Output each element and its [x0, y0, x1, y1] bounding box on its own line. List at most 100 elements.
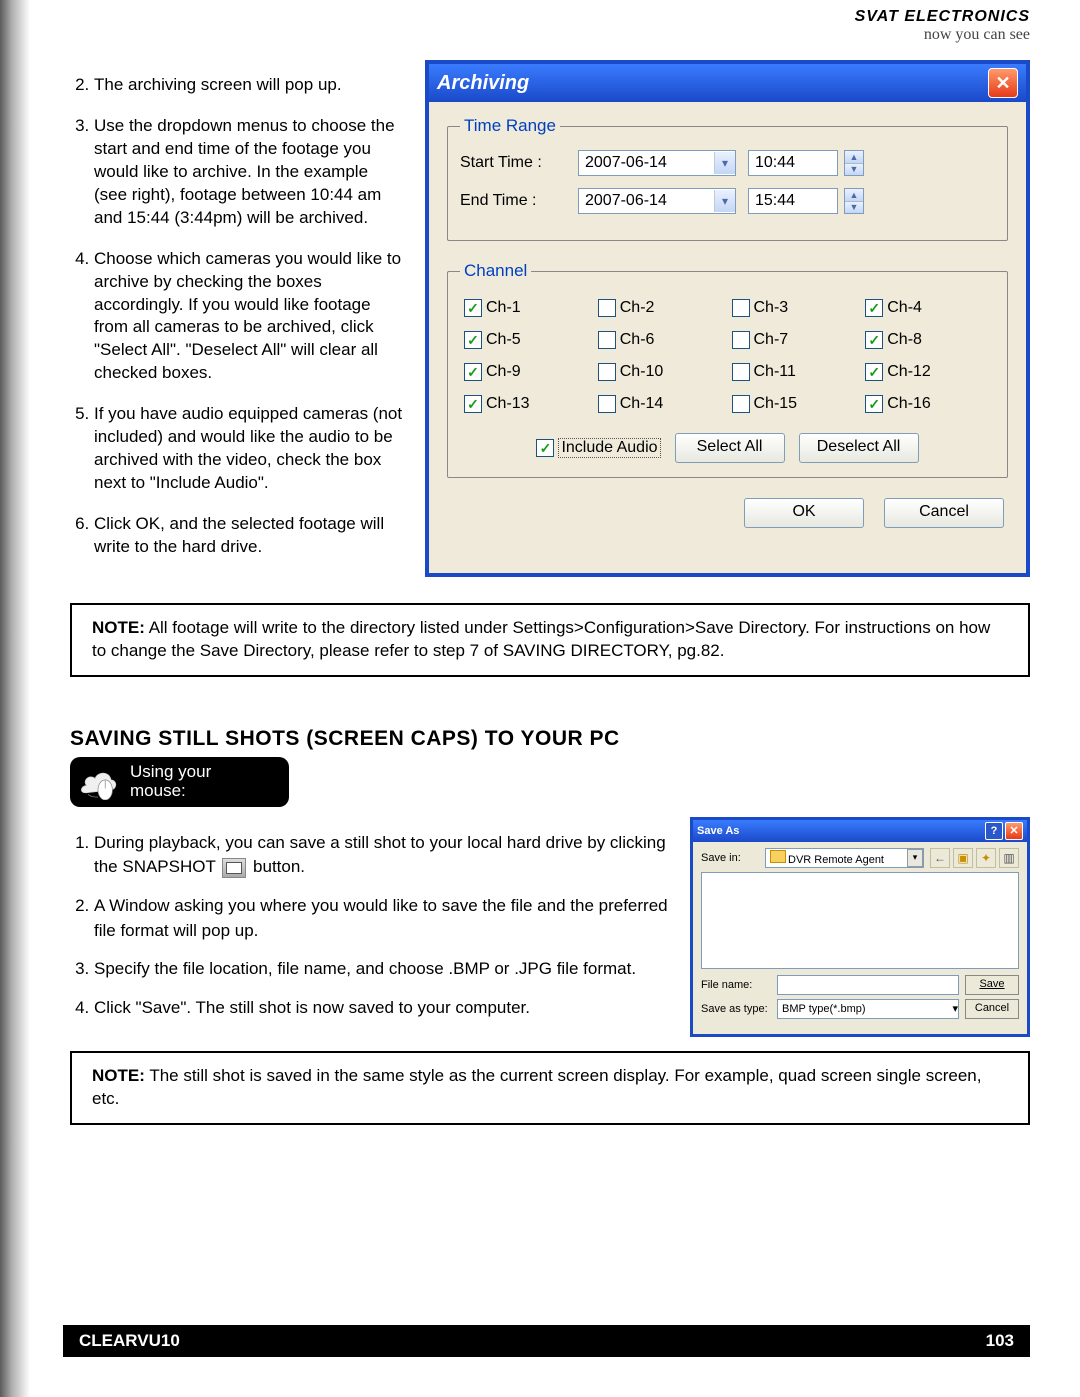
up-folder-icon[interactable]: ▣	[953, 848, 973, 868]
brand-name: SVAT ELECTRONICS	[855, 8, 1030, 26]
channel-checkbox[interactable]: Ch-7	[732, 331, 858, 349]
note-label: NOTE:	[92, 1066, 145, 1085]
include-audio-checkbox[interactable]: ✓ Include Audio	[536, 438, 660, 458]
channel-checkbox[interactable]: Ch-11	[732, 363, 858, 381]
save-in-dropdown[interactable]: DVR Remote Agent ▾	[765, 848, 924, 868]
content: The archiving screen will pop up.Use the…	[70, 60, 1030, 1125]
channel-checkbox[interactable]: ✓Ch-5	[464, 331, 590, 349]
list-item: Click OK, and the selected footage will …	[94, 513, 405, 559]
select-all-button[interactable]: Select All	[675, 433, 785, 463]
end-time-spinner[interactable]: ▲ ▼	[844, 188, 864, 214]
checkbox-icon: ✓	[464, 395, 482, 413]
channel-checkbox[interactable]: ✓Ch-12	[865, 363, 991, 381]
channel-label: Ch-13	[486, 395, 530, 413]
save-as-type-value: BMP type(*.bmp)	[782, 1003, 866, 1015]
file-name-input[interactable]	[777, 975, 959, 995]
page: SVAT ELECTRONICS now you can see The arc…	[0, 0, 1080, 1397]
channel-checkbox[interactable]: Ch-3	[732, 299, 858, 317]
binding-edge	[0, 0, 30, 1397]
section-heading: SAVING STILL SHOTS (SCREEN CAPS) TO YOUR…	[70, 727, 1030, 751]
checkbox-icon: ✓	[536, 439, 554, 457]
channel-label: Ch-7	[754, 331, 789, 349]
checkbox-icon: ✓	[464, 299, 482, 317]
channel-checkbox[interactable]: Ch-6	[598, 331, 724, 349]
section-screencaps: SAVING STILL SHOTS (SCREEN CAPS) TO YOUR…	[70, 727, 1030, 1125]
badge-text: Using your mouse:	[130, 763, 211, 800]
checkbox-icon	[732, 331, 750, 349]
brand-tagline: now you can see	[855, 26, 1030, 44]
checkbox-icon	[598, 395, 616, 413]
arrow-up-icon: ▲	[845, 189, 863, 202]
close-icon[interactable]: ✕	[988, 68, 1018, 98]
channel-checkbox[interactable]: Ch-15	[732, 395, 858, 413]
channel-checkbox[interactable]: ✓Ch-8	[865, 331, 991, 349]
checkbox-icon: ✓	[865, 395, 883, 413]
chevron-down-icon: ▾	[714, 152, 735, 174]
start-time-spinner[interactable]: ▲ ▼	[844, 150, 864, 176]
footer-bar: CLEARVU10 103	[63, 1325, 1030, 1357]
save-in-value: DVR Remote Agent	[788, 854, 884, 866]
save-button[interactable]: Save	[965, 975, 1019, 995]
start-time-input[interactable]: 10:44	[748, 150, 838, 176]
channel-label: Ch-9	[486, 363, 521, 381]
chevron-down-icon: ▾	[952, 1002, 958, 1015]
back-icon[interactable]: ←	[930, 848, 950, 868]
checkbox-icon: ✓	[464, 363, 482, 381]
help-icon[interactable]: ?	[985, 822, 1003, 840]
channel-checkbox[interactable]: ✓Ch-1	[464, 299, 590, 317]
channel-legend: Channel	[460, 261, 531, 281]
channel-label: Ch-1	[486, 299, 521, 317]
channel-checkbox[interactable]: ✓Ch-16	[865, 395, 991, 413]
channel-checkbox[interactable]: ✓Ch-13	[464, 395, 590, 413]
note-text: The still shot is saved in the same styl…	[92, 1066, 981, 1108]
checkbox-icon	[598, 331, 616, 349]
arrow-down-icon: ▼	[845, 202, 863, 214]
channel-checkbox[interactable]: Ch-2	[598, 299, 724, 317]
channel-label: Ch-15	[754, 395, 798, 413]
list-item: Click "Save". The still shot is now save…	[94, 996, 670, 1021]
start-date-dropdown[interactable]: 2007-06-14 ▾	[578, 150, 736, 176]
channel-checkbox[interactable]: ✓Ch-9	[464, 363, 590, 381]
chevron-down-icon: ▾	[907, 849, 923, 867]
close-icon[interactable]: ✕	[1005, 822, 1023, 840]
note-box-1: NOTE: All footage will write to the dire…	[70, 603, 1030, 677]
header: SVAT ELECTRONICS now you can see	[855, 8, 1030, 44]
note-box-2: NOTE: The still shot is saved in the sam…	[70, 1051, 1030, 1125]
cancel-button[interactable]: Cancel	[884, 498, 1004, 528]
channel-label: Ch-14	[620, 395, 664, 413]
channel-label: Ch-10	[620, 363, 664, 381]
snapshot-icon	[222, 858, 246, 878]
instructions-list-1: The archiving screen will pop up.Use the…	[70, 60, 405, 577]
include-audio-label: Include Audio	[558, 438, 660, 458]
arrow-down-icon: ▼	[845, 164, 863, 176]
checkbox-icon: ✓	[865, 299, 883, 317]
end-time-value: 15:44	[755, 192, 795, 210]
folder-icon	[770, 850, 786, 863]
channel-checkbox[interactable]: ✓Ch-4	[865, 299, 991, 317]
save-as-titlebar: Save As ? ✕	[693, 820, 1027, 842]
deselect-all-button[interactable]: Deselect All	[799, 433, 919, 463]
checkbox-icon	[598, 363, 616, 381]
save-as-title: Save As	[697, 825, 739, 837]
cancel-button[interactable]: Cancel	[965, 999, 1019, 1019]
view-menu-icon[interactable]: ▥	[999, 848, 1019, 868]
new-folder-icon[interactable]: ✦	[976, 848, 996, 868]
checkbox-icon: ✓	[865, 331, 883, 349]
list-item: The archiving screen will pop up.	[94, 74, 405, 97]
channel-label: Ch-16	[887, 395, 931, 413]
end-time-input[interactable]: 15:44	[748, 188, 838, 214]
channel-label: Ch-8	[887, 331, 922, 349]
list-item: During playback, you can save a still sh…	[94, 831, 670, 880]
channel-checkbox[interactable]: Ch-10	[598, 363, 724, 381]
end-date-dropdown[interactable]: 2007-06-14 ▾	[578, 188, 736, 214]
save-as-type-dropdown[interactable]: BMP type(*.bmp) ▾	[777, 999, 959, 1019]
ok-button[interactable]: OK	[744, 498, 864, 528]
timerange-group: Time Range Start Time : 2007-06-14 ▾ 10:…	[447, 116, 1008, 241]
note-label: NOTE:	[92, 618, 145, 637]
start-date-value: 2007-06-14	[585, 154, 667, 172]
file-list-area[interactable]	[701, 872, 1019, 969]
save-as-type-label: Save as type:	[701, 1003, 771, 1015]
checkbox-icon: ✓	[865, 363, 883, 381]
channel-checkbox[interactable]: Ch-14	[598, 395, 724, 413]
save-in-label: Save in:	[701, 852, 759, 864]
